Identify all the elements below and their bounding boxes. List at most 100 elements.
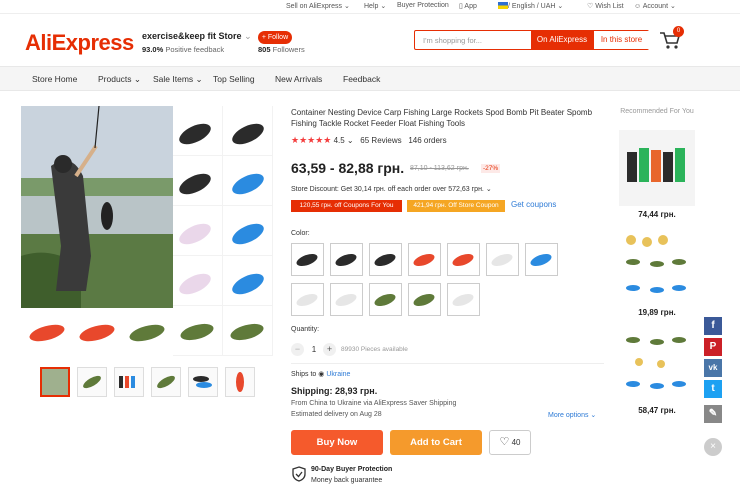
followers-count: 805 Followers xyxy=(258,45,305,54)
grid-image[interactable] xyxy=(223,256,273,306)
locale-selector[interactable]: / English / UAH ⌄ xyxy=(498,2,563,10)
add-to-cart-button[interactable]: Add to Cart xyxy=(390,430,482,455)
help-link[interactable]: Help ⌄ xyxy=(364,2,386,10)
store-feedback: 93.0% Positive feedback xyxy=(142,45,225,54)
recommended-item-image[interactable] xyxy=(619,324,695,400)
grid-image[interactable] xyxy=(173,156,223,206)
color-option-black[interactable] xyxy=(369,243,402,276)
thumbnail-1[interactable] xyxy=(40,367,70,397)
recommended-item-image[interactable] xyxy=(619,228,695,304)
product-rating: ★★★★★ 4.5 ⌄ 65 Reviews 146 orders xyxy=(291,135,447,145)
grid-image[interactable] xyxy=(223,156,273,206)
color-option-black[interactable] xyxy=(330,243,363,276)
thumbnail-5[interactable] xyxy=(188,367,218,397)
wishlist-link[interactable]: ♡ Wish List xyxy=(587,2,624,10)
ships-to-country-link[interactable]: Ukraine xyxy=(326,371,350,378)
quantity-increase-button[interactable]: + xyxy=(323,343,336,356)
user-icon: ☺ xyxy=(634,3,642,10)
recommended-title: Recommended For You xyxy=(620,108,694,115)
nav-new-arrivals[interactable]: New Arrivals xyxy=(275,74,322,84)
sell-link[interactable]: Sell on AliExpress ⌄ xyxy=(286,2,350,10)
quantity-input[interactable]: 1 xyxy=(309,345,319,354)
more-options-link[interactable]: More options ⌄ xyxy=(548,411,596,419)
recommended-item-price: 58,47 грн. xyxy=(638,406,676,415)
app-link[interactable]: ▯ App xyxy=(459,2,477,10)
color-option-white[interactable] xyxy=(447,283,480,316)
grid-image[interactable] xyxy=(173,206,223,256)
orders-count: 146 orders xyxy=(408,136,447,145)
nav-products[interactable]: Products ⌄ xyxy=(98,74,141,85)
grid-image[interactable] xyxy=(223,206,273,256)
color-option-red[interactable] xyxy=(447,243,480,276)
recommended-item-image[interactable] xyxy=(619,130,695,206)
grid-image[interactable] xyxy=(173,256,223,306)
facebook-icon[interactable]: f xyxy=(704,317,722,335)
ships-to: Ships to ◉ Ukraine xyxy=(291,371,351,378)
discount-badge: -27% xyxy=(481,164,501,173)
color-option-white[interactable] xyxy=(330,283,363,316)
nav-top-selling[interactable]: Top Selling xyxy=(213,74,255,84)
search-input[interactable]: I'm shopping for... xyxy=(415,31,531,49)
nav-store-home[interactable]: Store Home xyxy=(32,74,77,84)
product-price: 63,59 - 82,88 грн. xyxy=(291,160,405,176)
store-coupon[interactable]: 421,94 грн. Off Store Coupon xyxy=(407,200,505,212)
thumbnail-2[interactable] xyxy=(77,367,107,397)
quantity-decrease-button[interactable]: − xyxy=(291,343,304,356)
reviews-link[interactable]: 65 Reviews xyxy=(360,136,401,145)
recommended-item-price: 19,89 грн. xyxy=(638,308,676,317)
buy-now-button[interactable]: Buy Now xyxy=(291,430,383,455)
product-image-row xyxy=(21,308,173,358)
store-discount[interactable]: Store Discount: Get 30,14 грн. off each … xyxy=(291,185,492,193)
vk-icon[interactable]: vk xyxy=(704,359,722,377)
thumbnail-4[interactable] xyxy=(151,367,181,397)
old-price: 87,10 - 113,62 грн. xyxy=(410,165,469,172)
nav-feedback[interactable]: Feedback xyxy=(343,74,380,84)
store-name[interactable]: exercise&keep fit Store ⌄ xyxy=(142,31,252,42)
shipping-cost: Shipping: 28,93 грн. xyxy=(291,386,378,396)
thumbnail-3[interactable] xyxy=(114,367,144,397)
color-options xyxy=(291,243,581,319)
store-nav: Store Home Products ⌄ Sale Items ⌄ Top S… xyxy=(0,66,740,91)
pinterest-icon[interactable]: P xyxy=(704,338,722,356)
color-option-blue[interactable] xyxy=(525,243,558,276)
color-option-green[interactable] xyxy=(369,283,402,316)
thumbnail-strip xyxy=(40,367,255,397)
color-option-green[interactable] xyxy=(408,283,441,316)
shipping-route: From China to Ukraine via AliExpress Sav… xyxy=(291,400,457,407)
quantity-available: 89930 Pieces available xyxy=(341,346,408,353)
cart-badge: 0 xyxy=(673,26,684,37)
grid-image[interactable] xyxy=(173,306,223,356)
search-aliexpress-button[interactable]: On AliExpress xyxy=(531,31,593,49)
color-option-red[interactable] xyxy=(408,243,441,276)
get-coupons-link[interactable]: Get coupons xyxy=(511,200,556,209)
location-icon: ◉ xyxy=(318,371,325,378)
account-link[interactable]: ☺ Account ⌄ xyxy=(634,2,676,10)
product-image-grid xyxy=(173,106,274,358)
heart-icon: ♡ xyxy=(499,436,510,448)
color-option-white[interactable] xyxy=(486,243,519,276)
recommended-item-price: 74,44 грн. xyxy=(638,210,676,219)
aliexpress-logo[interactable]: AliExpress xyxy=(25,30,134,56)
color-option-white[interactable] xyxy=(291,283,324,316)
nav-sale-items[interactable]: Sale Items ⌄ xyxy=(153,74,203,85)
grid-image[interactable] xyxy=(173,106,223,156)
shield-icon xyxy=(292,466,306,482)
top-bar: Sell on AliExpress ⌄ Help ⌄ Buyer Protec… xyxy=(0,0,740,14)
star-rating-icon: ★★★★★ xyxy=(291,135,332,145)
wishlist-button[interactable]: ♡ 40 xyxy=(489,430,531,455)
follow-button[interactable]: + Follow xyxy=(258,31,292,44)
buyer-protection-sub: Money back guarantee xyxy=(311,477,383,484)
color-option-black[interactable] xyxy=(291,243,324,276)
close-icon[interactable]: × xyxy=(704,438,722,456)
thumbnail-6[interactable] xyxy=(225,367,255,397)
buyer-protection-link[interactable]: Buyer Protection xyxy=(397,2,449,9)
coupon-for-you[interactable]: 120,55 грн. off Coupons For You xyxy=(291,200,402,212)
divider xyxy=(291,363,604,364)
search-store-button[interactable]: In this store xyxy=(593,31,649,49)
twitter-icon[interactable]: t xyxy=(704,380,722,398)
grid-image[interactable] xyxy=(223,306,273,356)
main-product-image[interactable] xyxy=(21,106,173,308)
buyer-protection-title: 90-Day Buyer Protection xyxy=(311,466,393,473)
edit-icon[interactable]: ✎ xyxy=(704,405,722,423)
grid-image[interactable] xyxy=(223,106,273,156)
